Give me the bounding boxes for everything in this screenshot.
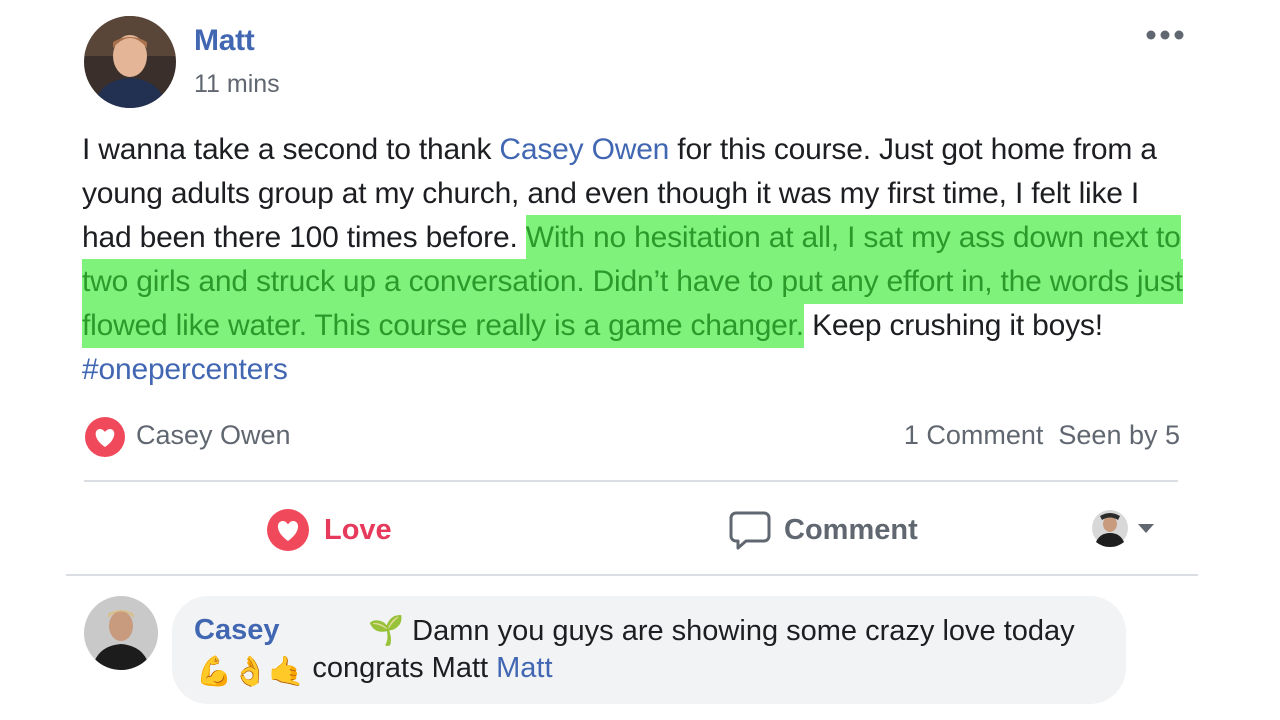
- comment-text-line1: 🌱 Damn you guys are showing some crazy l…: [368, 615, 1075, 647]
- post-text: I wanna take a second to thank Casey Owe…: [82, 128, 1192, 392]
- comments-divider: [66, 574, 1198, 576]
- comment-mention-link[interactable]: Matt: [496, 652, 552, 684]
- heart-reaction-icon[interactable]: [84, 416, 126, 458]
- post-hashtag-link[interactable]: #onepercenters: [82, 353, 288, 386]
- love-label: Love: [324, 514, 392, 546]
- reactor-name[interactable]: Casey Owen: [136, 420, 291, 451]
- comment-count-link[interactable]: 1 Comment: [904, 420, 1044, 450]
- comment-author-name[interactable]: Casey: [194, 614, 279, 647]
- more-horizontal-icon[interactable]: [1142, 24, 1188, 46]
- post-author-name[interactable]: Matt: [194, 24, 255, 58]
- emoji-group: 💪👌🤙: [196, 656, 305, 688]
- seen-by-link[interactable]: Seen by 5: [1058, 420, 1180, 450]
- comment-text-line2: 💪👌🤙 congrats Matt Matt: [196, 652, 553, 689]
- reactions-summary: Casey Owen 1 Comment Seen by 5: [82, 414, 1180, 458]
- comment-bubble: Casey 🌱 Damn you guys are showing some c…: [172, 596, 1126, 704]
- mini-avatar: [1092, 510, 1128, 547]
- audience-selector[interactable]: [1090, 508, 1162, 548]
- post-timestamp[interactable]: 11 mins: [194, 70, 280, 99]
- comment-icon: [729, 511, 771, 550]
- comment-text-congrats: congrats Matt: [304, 652, 497, 684]
- post-text-intro: I wanna take a second to thank: [82, 133, 500, 166]
- post-meta: 1 Comment Seen by 5: [904, 420, 1180, 451]
- actions-top-divider: [84, 480, 1178, 482]
- love-heart-icon: [267, 509, 309, 551]
- commenter-avatar[interactable]: [84, 596, 158, 670]
- post-mention-link[interactable]: Casey Owen: [499, 133, 669, 166]
- post-text-outro: Keep crushing it boys!: [803, 309, 1103, 342]
- comment-label: Comment: [784, 514, 918, 546]
- author-avatar[interactable]: [84, 16, 176, 108]
